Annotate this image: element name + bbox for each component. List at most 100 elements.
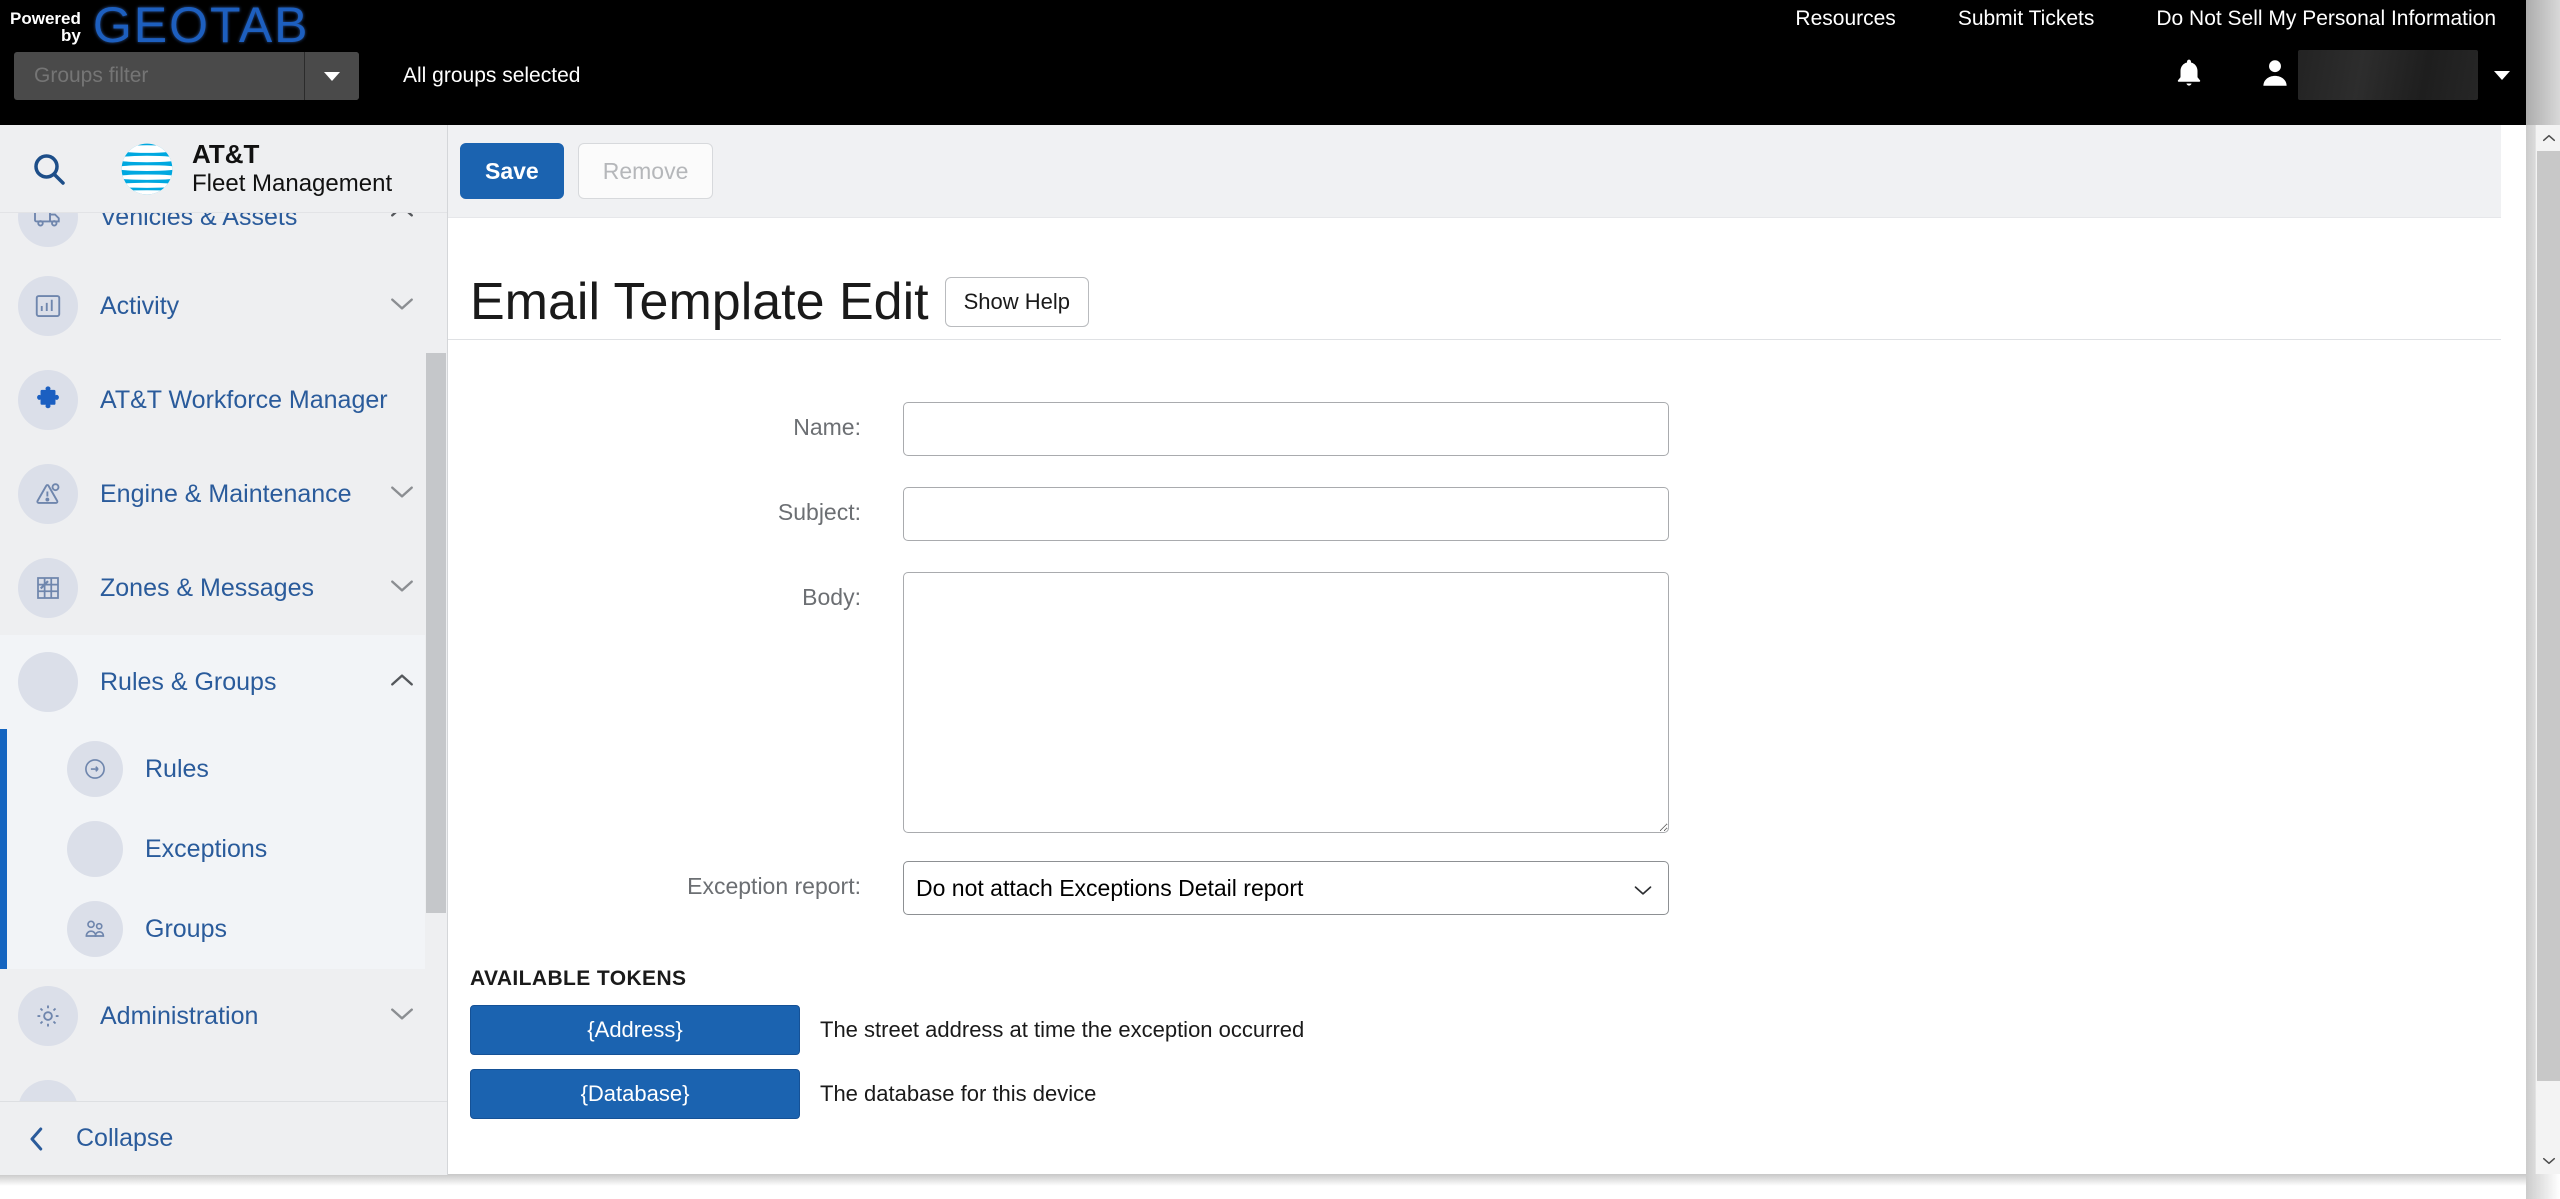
user-name-redacted[interactable] — [2298, 50, 2478, 100]
do-not-sell-link[interactable]: Do Not Sell My Personal Information — [2156, 7, 2496, 31]
sidebar-subitem-label: Exceptions — [145, 834, 268, 863]
sidebar-item-activity[interactable]: Activity — [0, 259, 447, 353]
puzzle-piece-icon — [18, 370, 78, 430]
sidebar-subitem-label: Rules — [145, 754, 209, 783]
resources-link[interactable]: Resources — [1795, 7, 1895, 31]
action-toolbar: Save Remove — [448, 125, 2501, 218]
groups-filter-input[interactable] — [14, 52, 304, 100]
remove-button: Remove — [577, 143, 714, 199]
sidebar-item-att-workforce-manager[interactable]: AT&T Workforce Manager — [0, 353, 447, 447]
sidebar-item-label: AT&T Workforce Manager — [100, 385, 388, 414]
email-template-form: Name: Subject: Body: Exception report: D… — [448, 340, 2501, 1119]
brand-line2: Fleet Management — [192, 169, 393, 197]
scroll-up-arrow-icon[interactable] — [2536, 125, 2560, 151]
main-scrollbar[interactable] — [2535, 125, 2560, 1174]
body-label: Body: — [802, 584, 861, 610]
window-right-edge — [2526, 0, 2560, 125]
sidebar-item-rules-and-groups[interactable]: Rules & Groups — [0, 635, 447, 729]
zones-map-icon — [18, 558, 78, 618]
token-description: The database for this device — [820, 1081, 1097, 1106]
groups-filter-dropdown-button[interactable] — [304, 52, 359, 100]
chevron-down-icon[interactable] — [389, 578, 415, 599]
exception-report-select-wrapper: Do not attach Exceptions Detail report — [903, 861, 1669, 915]
sidebar-item-vehicles-and-assets[interactable]: Vehicles & Assets — [0, 213, 447, 259]
exceptions-icon — [67, 821, 123, 877]
sidebar-subitem-label: Groups — [145, 914, 227, 943]
main-scrollbar-thumb[interactable] — [2537, 151, 2560, 1081]
sidebar-item-label: Vehicles & Assets — [100, 213, 298, 231]
powered-by-text: Powered by — [10, 10, 81, 52]
sidebar-item-label: Activity — [100, 291, 180, 320]
submit-tickets-link[interactable]: Submit Tickets — [1958, 7, 2095, 31]
sidebar-item-label: Engine & Maintenance — [100, 479, 352, 508]
sidebar-item-label: Administration — [100, 1001, 259, 1030]
window-bottom-shadow — [0, 1174, 2526, 1186]
groups-filter[interactable] — [14, 52, 359, 100]
scroll-down-arrow-icon[interactable] — [2536, 1148, 2560, 1174]
chevron-down-icon[interactable] — [389, 1006, 415, 1027]
chevron-down-icon[interactable] — [389, 296, 415, 317]
powered-by-geotab-logo: Powered by GEOTAB — [10, 0, 310, 52]
sidebar-scrollbar[interactable] — [425, 213, 447, 1175]
exception-report-select[interactable]: Do not attach Exceptions Detail report — [903, 861, 1669, 915]
token-row: {Address} The street address at time the… — [448, 1005, 2501, 1055]
sidebar: AT&T Fleet Management Vehicles & Assets — [0, 125, 448, 1175]
geotab-wordmark: GEOTAB — [92, 0, 310, 53]
chevron-up-icon[interactable] — [389, 213, 415, 224]
sidebar-search-button[interactable] — [18, 138, 80, 200]
sidebar-subnav-rules-and-groups: Rules Exceptions Groups — [0, 729, 447, 969]
brand-text: AT&T Fleet Management — [192, 139, 393, 197]
app-window: Powered by GEOTAB Resources Submit Ticke… — [0, 0, 2560, 1199]
name-input[interactable] — [903, 402, 1669, 456]
user-avatar-icon[interactable] — [2258, 55, 2292, 96]
sidebar-item-rules[interactable]: Rules — [7, 729, 447, 809]
search-icon — [34, 153, 65, 185]
chevron-down-icon — [324, 71, 340, 81]
page-title: Email Template Edit — [470, 272, 929, 331]
token-button-database[interactable]: {Database} — [470, 1069, 800, 1119]
show-help-button[interactable]: Show Help — [944, 276, 1089, 327]
chevron-up-icon[interactable] — [389, 672, 415, 693]
sidebar-item-engine-and-maintenance[interactable]: Engine & Maintenance — [0, 447, 447, 541]
sidebar-collapse-button[interactable]: Collapse — [0, 1101, 447, 1175]
sidebar-scrollbar-thumb[interactable] — [426, 353, 446, 913]
powered-line1: Powered — [10, 9, 81, 28]
brand-line1: AT&T — [192, 139, 260, 169]
subject-input[interactable] — [903, 487, 1669, 541]
name-field-row: Name: — [448, 402, 2501, 456]
exception-report-label: Exception report: — [687, 873, 861, 899]
subject-field-row: Subject: — [448, 487, 2501, 541]
groups-filter-row: All groups selected — [14, 52, 580, 100]
body-textarea[interactable] — [903, 572, 1669, 833]
bar-chart-icon — [18, 276, 78, 336]
sidebar-item-zones-and-messages[interactable]: Zones & Messages — [0, 541, 447, 635]
save-button[interactable]: Save — [460, 143, 564, 199]
main-content: Save Remove Email Template Edit Show Hel… — [448, 125, 2501, 1174]
chevron-left-icon — [30, 1127, 43, 1150]
chevron-down-icon[interactable] — [389, 484, 415, 505]
user-menu-chevron-down-icon[interactable] — [2494, 70, 2510, 80]
token-button-address[interactable]: {Address} — [470, 1005, 800, 1055]
truck-icon — [18, 213, 78, 247]
gear-icon — [18, 986, 78, 1046]
notification-bell-icon[interactable] — [2172, 55, 2206, 96]
rule-circle-icon — [67, 741, 123, 797]
header-right-controls — [2172, 46, 2510, 104]
att-fleet-management-logo: AT&T Fleet Management — [118, 139, 393, 198]
engine-warning-icon — [18, 464, 78, 524]
token-description: The street address at time the exception… — [820, 1017, 1305, 1042]
exception-report-field-row: Exception report: Do not attach Exceptio… — [448, 861, 2501, 915]
powered-line2: by — [61, 26, 81, 45]
sidebar-item-groups[interactable]: Groups — [7, 889, 447, 969]
available-tokens-heading: AVAILABLE TOKENS — [470, 967, 687, 990]
name-label: Name: — [793, 414, 861, 440]
att-globe-icon — [121, 143, 173, 194]
sidebar-item-label: Zones & Messages — [100, 573, 314, 602]
collapse-label: Collapse — [76, 1124, 174, 1152]
subject-label: Subject: — [777, 499, 861, 525]
sidebar-item-exceptions[interactable]: Exceptions — [7, 809, 447, 889]
sidebar-item-label: Rules & Groups — [100, 667, 277, 696]
sidebar-header: AT&T Fleet Management — [0, 125, 447, 213]
header-links: Resources Submit Tickets Do Not Sell My … — [1795, 2, 2496, 36]
sidebar-item-administration[interactable]: Administration — [0, 969, 447, 1063]
